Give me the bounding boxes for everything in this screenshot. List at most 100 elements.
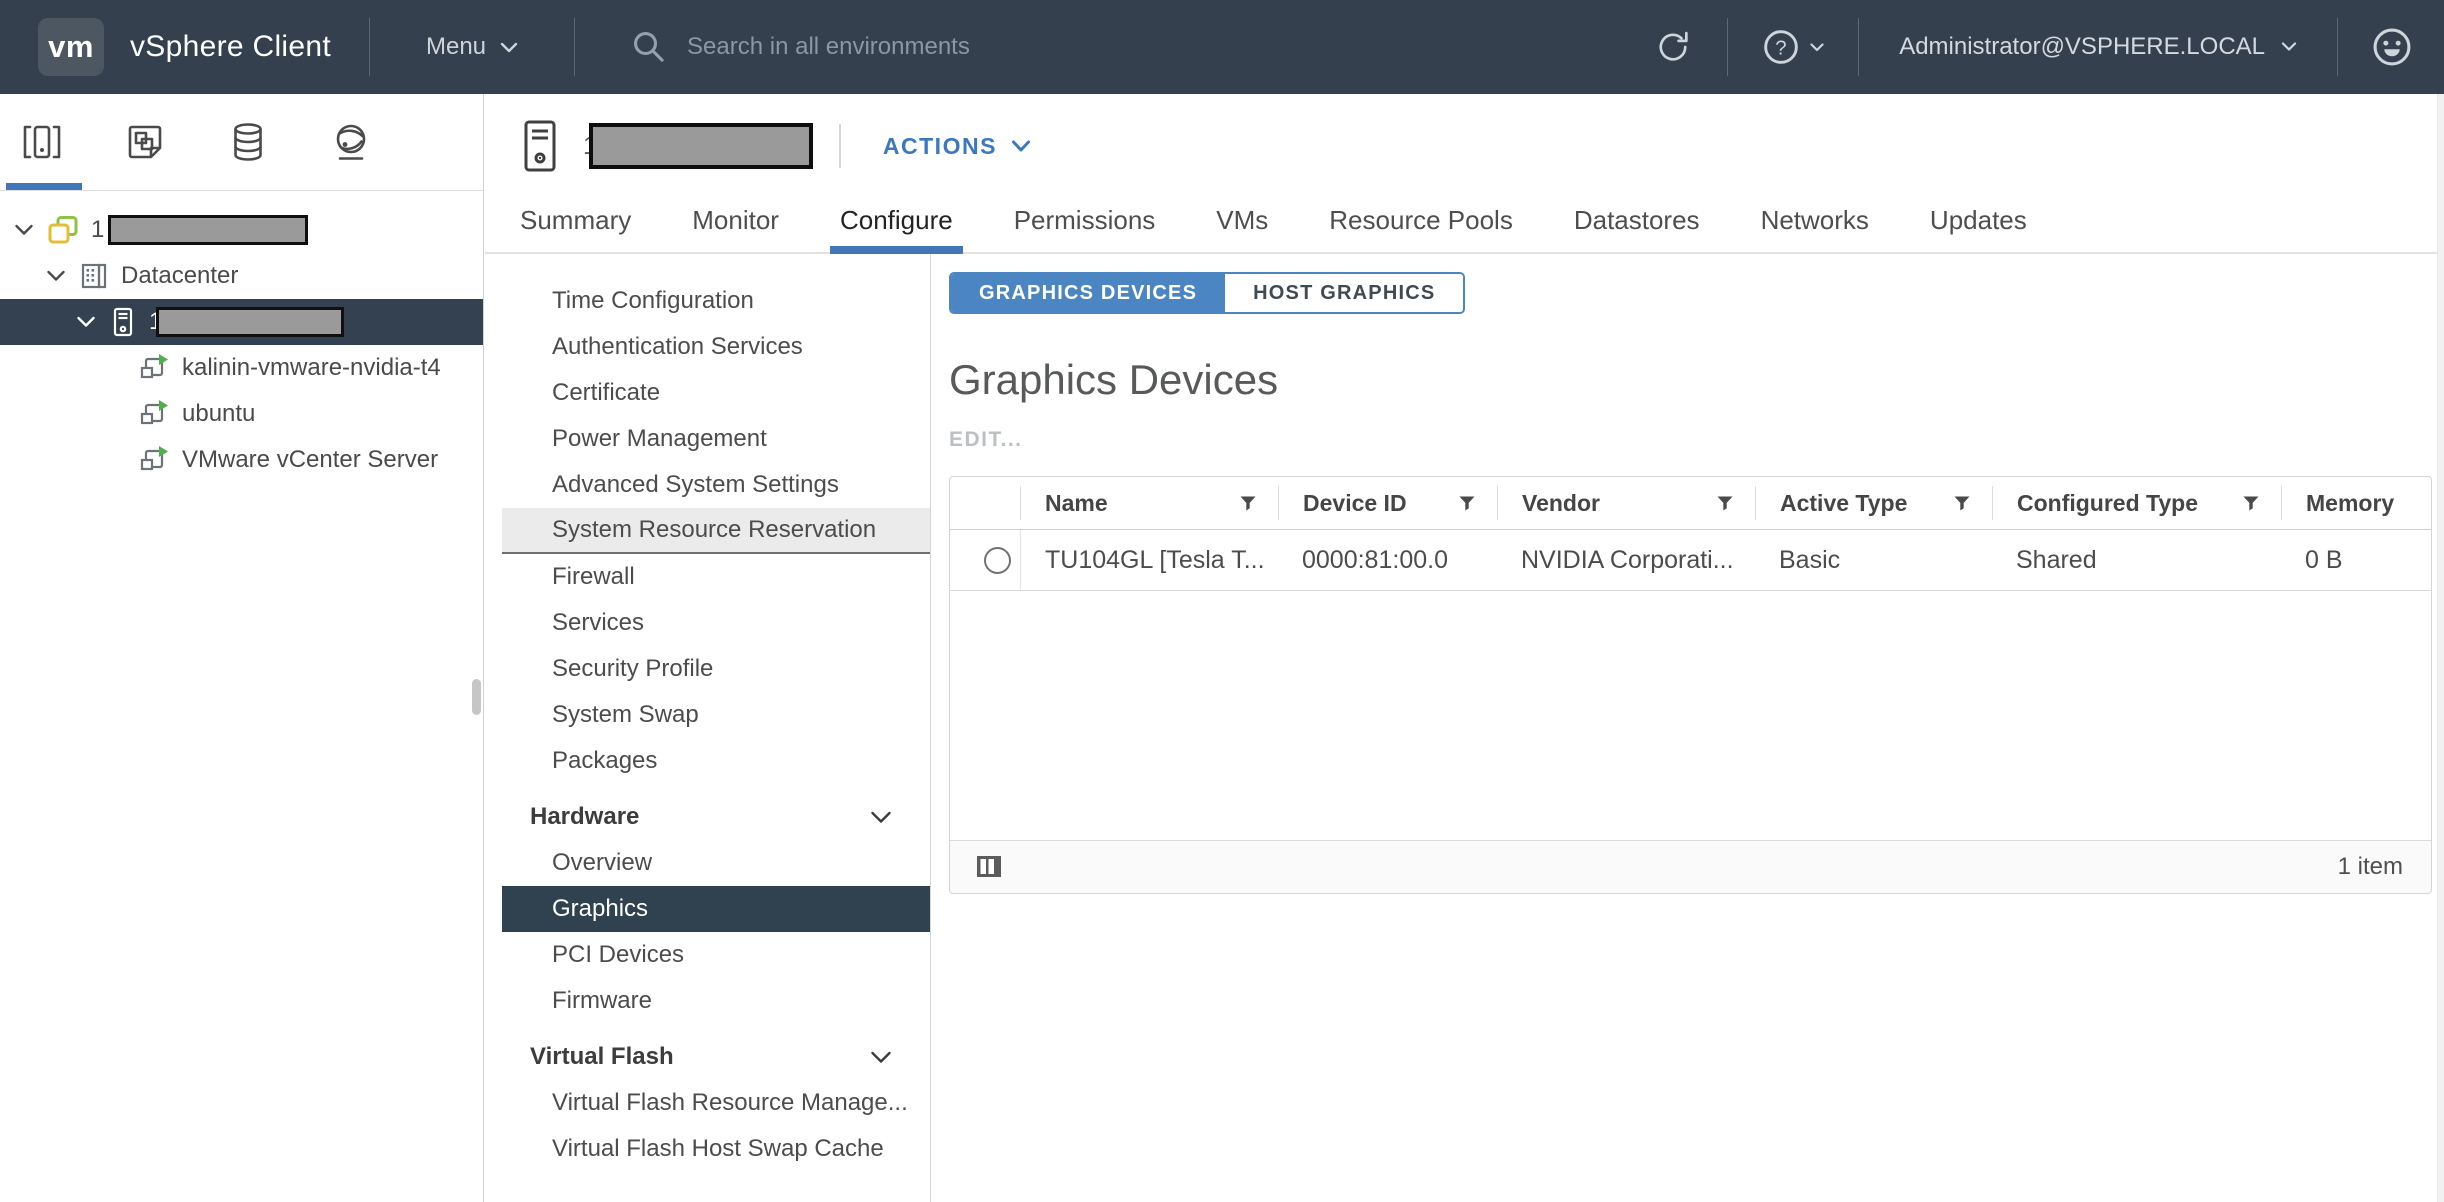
tree-scrollbar-thumb[interactable] [472,679,481,715]
object-header: 1 ACTIONS [485,94,2444,198]
active-view-underline [6,183,82,190]
edit-button[interactable]: EDIT... [949,428,1023,452]
chevron-down-icon [1810,43,1824,52]
object-header-divider [839,124,841,168]
inventory-view-switcher [0,94,483,191]
tab-monitor[interactable]: Monitor [690,205,781,252]
toggle-graphics-devices[interactable]: GRAPHICS DEVICES [951,274,1225,312]
table-header-device-id[interactable]: Device ID [1278,486,1497,520]
vm-powered-on-icon [138,445,170,475]
toggle-host-graphics[interactable]: HOST GRAPHICS [1225,274,1463,312]
chevron-down-icon [1011,140,1031,153]
cell-active-type: Basic [1755,530,1992,590]
tree-node-label: ubuntu [182,400,255,428]
help-menu-button[interactable]: ? [1728,28,1858,66]
search-input[interactable] [687,33,1207,61]
hosts-and-clusters-icon[interactable] [12,120,115,164]
tree-node-label: Datacenter [121,262,238,290]
tab-vms[interactable]: VMs [1214,205,1270,252]
menu-item-certificate[interactable]: Certificate [502,370,930,416]
table-header-select-column [950,486,1020,520]
menu-item-security-profile[interactable]: Security Profile [502,646,930,692]
top-bar: vm vSphere Client Menu ? [0,0,2444,94]
column-settings-icon[interactable] [976,855,1003,879]
menu-button[interactable]: Menu [426,33,518,61]
menu-section-virtual-flash[interactable]: Virtual Flash [502,1034,930,1080]
user-avatar-button[interactable] [2338,27,2444,67]
actions-label: ACTIONS [883,133,997,160]
chevron-down-icon [2281,42,2297,52]
networking-icon[interactable] [321,120,424,164]
refresh-icon [1653,27,1693,67]
tab-networks[interactable]: Networks [1759,205,1871,252]
tab-updates[interactable]: Updates [1928,205,2029,252]
inventory-panel: 1 Datacenter 1 kalinin- [0,94,484,1202]
menu-item-time-configuration[interactable]: Time Configuration [502,278,930,324]
menu-item-firewall[interactable]: Firewall [502,554,930,600]
column-label: Active Type [1780,490,1907,517]
tree-node-label: kalinin-vmware-nvidia-t4 [182,354,441,382]
tree-node-host[interactable]: 1 [0,299,483,345]
tab-summary[interactable]: Summary [518,205,633,252]
tab-configure[interactable]: Configure [838,205,955,252]
menu-item-firmware[interactable]: Firmware [502,978,930,1024]
redacted-vcenter-name [108,215,308,245]
table-header-vendor[interactable]: Vendor [1497,486,1755,520]
tree-node-vm[interactable]: ubuntu [0,391,483,437]
row-select-cell [950,530,1020,590]
refresh-button[interactable] [1619,27,1727,67]
tab-resource-pools[interactable]: Resource Pools [1327,205,1515,252]
chevron-down-icon[interactable] [46,270,66,282]
menu-item-graphics[interactable]: Graphics [502,886,930,932]
chevron-down-icon[interactable] [76,316,96,328]
menu-item-system-resource-reservation[interactable]: System Resource Reservation [502,508,930,554]
account-menu-button[interactable]: Administrator@VSPHERE.LOCAL [1859,33,2337,61]
tree-node-datacenter[interactable]: Datacenter [0,253,483,299]
table-header-configured-type[interactable]: Configured Type [1992,486,2281,520]
header-divider [369,18,370,76]
vmware-logo-text: vm [48,29,94,65]
tab-datastores[interactable]: Datastores [1572,205,1702,252]
table-header-memory[interactable]: Memory [2281,486,2431,520]
vmware-logo: vm [38,18,104,76]
menu-item-virtual-flash-host-swap-cache[interactable]: Virtual Flash Host Swap Cache [502,1126,930,1172]
item-count: 1 item [2338,853,2403,881]
tab-permissions[interactable]: Permissions [1012,205,1158,252]
menu-item-services[interactable]: Services [502,600,930,646]
storage-icon[interactable] [218,120,321,164]
table-header-name[interactable]: Name [1020,486,1278,520]
chevron-down-icon[interactable] [14,224,34,236]
tree-node-vm[interactable]: kalinin-vmware-nvidia-t4 [0,345,483,391]
menu-label: Menu [426,33,486,61]
graphics-view-toggle: GRAPHICS DEVICES HOST GRAPHICS [949,272,1465,314]
table-header-active-type[interactable]: Active Type [1755,486,1992,520]
menu-item-advanced-system-settings[interactable]: Advanced System Settings [502,462,930,508]
menu-item-system-swap[interactable]: System Swap [502,692,930,738]
column-label: Memory [2306,490,2394,517]
filter-icon[interactable] [1240,496,1256,511]
global-search [631,29,1207,65]
menu-item-overview[interactable]: Overview [502,840,930,886]
tree-node-label: VMware vCenter Server [182,446,438,474]
host-icon [109,306,137,338]
row-radio-button[interactable] [984,547,1011,574]
actions-button[interactable]: ACTIONS [883,133,1031,160]
filter-icon[interactable] [2243,496,2259,511]
menu-item-pci-devices[interactable]: PCI Devices [502,932,930,978]
menu-section-hardware[interactable]: Hardware [502,794,930,840]
filter-icon[interactable] [1954,496,1970,511]
search-icon [631,29,667,65]
tree-node-vm[interactable]: VMware vCenter Server [0,437,483,483]
page-scrollbar[interactable] [2437,94,2444,1202]
tree-node-vcenter[interactable]: 1 [0,207,483,253]
vms-and-templates-icon[interactable] [115,120,218,164]
menu-item-authentication-services[interactable]: Authentication Services [502,324,930,370]
help-icon: ? [1762,28,1800,66]
menu-item-virtual-flash-resource-management[interactable]: Virtual Flash Resource Manage... [502,1080,930,1126]
table-row[interactable]: TU104GL [Tesla T... 0000:81:00.0 NVIDIA … [950,530,2431,591]
filter-icon[interactable] [1459,496,1475,511]
menu-item-packages[interactable]: Packages [502,738,930,784]
filter-icon[interactable] [1717,496,1733,511]
menu-item-power-management[interactable]: Power Management [502,416,930,462]
svg-text:?: ? [1775,36,1786,59]
